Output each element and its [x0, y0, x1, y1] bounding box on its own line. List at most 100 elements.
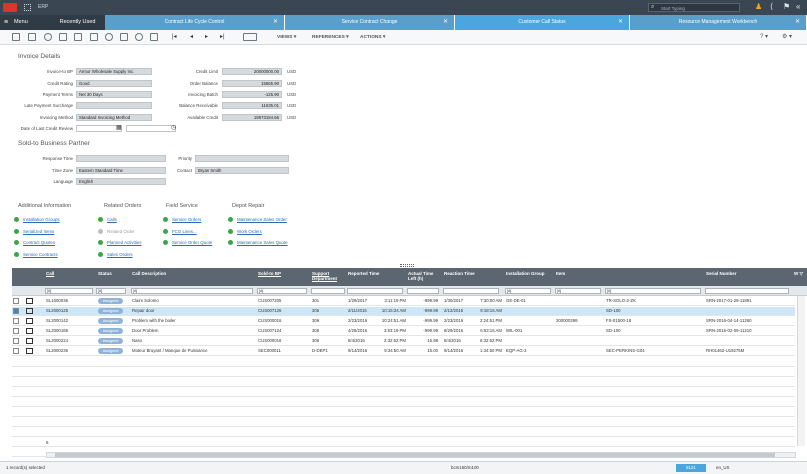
link-service-contracts[interactable]: Service Contracts	[23, 252, 58, 257]
row-checkbox[interactable]	[13, 308, 19, 314]
row-checkbox[interactable]	[13, 328, 19, 334]
calendar-icon[interactable]: ▦	[116, 124, 122, 131]
horizontal-scrollbar[interactable]	[46, 452, 796, 458]
grid-header-cell[interactable]: Reaction Time	[442, 268, 504, 286]
grid-header-cell[interactable]: Actual Time Left (h)	[406, 268, 442, 286]
link-installation-groups[interactable]: Installation Groups	[23, 217, 60, 222]
link-sales-orders[interactable]: Sales Orders	[107, 252, 133, 257]
tab-customer-call-status[interactable]: Customer Call Status ✕	[455, 15, 630, 30]
global-search[interactable]: ⌕ Start Typing	[648, 3, 740, 12]
settings-menu[interactable]: ⚙ ▾	[782, 33, 792, 40]
help-menu[interactable]: ? ▾	[760, 33, 768, 40]
column-filter-input[interactable]	[311, 288, 345, 294]
save-icon[interactable]	[28, 33, 36, 41]
apps-grid-icon[interactable]	[24, 4, 31, 11]
undo-icon[interactable]	[44, 33, 52, 41]
company-badge[interactable]: 8121	[676, 464, 706, 472]
row-detail-icon[interactable]	[26, 338, 33, 344]
share-icon[interactable]: ⟨	[770, 2, 773, 11]
column-filter-input[interactable]: [A]	[555, 288, 601, 294]
prev-record-icon[interactable]: ◂	[190, 33, 193, 40]
copy-icon[interactable]	[59, 33, 67, 41]
find-icon[interactable]	[135, 33, 143, 41]
table-row[interactable]: SL2000142 Assigned Problem with the boiler…	[12, 317, 795, 326]
view-options-icon[interactable]	[243, 33, 257, 41]
column-filter-input[interactable]: [A]	[96, 288, 126, 294]
attach-icon[interactable]	[150, 33, 158, 41]
table-row[interactable]: SL2000224 Assigned Naso CUS000016 306 8/4/201…	[12, 337, 795, 346]
row-detail-icon[interactable]	[26, 298, 33, 304]
grid-header-cell[interactable]: Call	[44, 268, 96, 286]
table-row[interactable]: SL2000125 Assigned Repair door CUS007126 306…	[12, 307, 795, 316]
grid-header-cell[interactable]: Reported Time	[346, 268, 406, 286]
row-checkbox[interactable]	[13, 298, 19, 304]
document-icon[interactable]	[74, 33, 82, 41]
row-checkbox[interactable]	[13, 348, 19, 354]
table-row[interactable]: SL2000168 Assigned Door Problem CUS007124 30…	[12, 327, 795, 336]
cell-call[interactable]: SL2000125	[46, 307, 94, 315]
cell-call[interactable]: SL2000168	[46, 327, 94, 335]
language-field[interactable]: English	[76, 178, 166, 185]
column-filter-input[interactable]	[407, 288, 439, 294]
row-detail-icon[interactable]	[26, 318, 33, 324]
link-fco-lines[interactable]: FCO Lines...	[172, 229, 197, 234]
last-record-icon[interactable]: ▸|	[220, 33, 225, 40]
close-icon[interactable]: ✕	[443, 15, 448, 30]
priority-field[interactable]	[195, 155, 289, 162]
cell-call[interactable]: SL1000036	[46, 297, 94, 305]
row-checkbox[interactable]	[13, 338, 19, 344]
column-filter-input[interactable]: [A]	[605, 288, 701, 294]
cell-call[interactable]: SL2000236	[46, 347, 94, 355]
table-row[interactable]: SL1000036 Assigned Claim Solomo CUS007205 30…	[12, 297, 795, 306]
tab-contract-life-cycle[interactable]: Contract Life Cycle Control ✕	[105, 15, 285, 30]
close-icon[interactable]: ✕	[795, 15, 800, 30]
close-icon[interactable]: ✕	[618, 15, 623, 30]
grid-header-cell[interactable]: Status	[96, 268, 130, 286]
contact-field[interactable]: Bryan Smith	[195, 167, 289, 174]
credit-rating-field[interactable]: Good	[76, 80, 152, 87]
invoice-to-bp-field[interactable]: Armor Wholesale Supply Inc.	[76, 68, 152, 75]
row-detail-icon[interactable]	[26, 328, 33, 334]
link-work-orders[interactable]: Work Orders	[237, 229, 262, 234]
link-contract-quotes[interactable]: Contract Quotes	[23, 240, 55, 245]
grid-header-cell[interactable]: Sold-to BP	[256, 268, 310, 286]
cell-call[interactable]: SL2000142	[46, 317, 94, 325]
link-serialized-items[interactable]: Serialized Items	[23, 229, 54, 234]
row-checkbox[interactable]	[13, 318, 19, 324]
recently-used-button[interactable]: Recently Used	[50, 15, 105, 30]
time-zone-field[interactable]: Eastern Standard Time	[76, 167, 166, 174]
invoicing-method-field[interactable]: Standard Invoicing Method	[76, 114, 152, 121]
views-menu[interactable]: VIEWS ▾	[277, 35, 296, 40]
row-detail-icon[interactable]	[26, 308, 33, 314]
collapse-icon[interactable]: «	[796, 2, 800, 11]
tab-service-contract-change[interactable]: Service Contract Change ✕	[285, 15, 455, 30]
cell-call[interactable]: SL2000224	[46, 337, 94, 345]
column-filter-input[interactable]: [A]	[131, 288, 253, 294]
column-filter-input[interactable]	[443, 288, 499, 294]
clock-icon[interactable]: ◷	[171, 124, 176, 131]
late-payment-field[interactable]	[76, 102, 152, 109]
row-detail-icon[interactable]	[26, 348, 33, 354]
first-record-icon[interactable]: |◂	[172, 33, 177, 40]
actions-menu[interactable]: ACTIONS ▾	[360, 35, 385, 40]
vertical-scrollbar[interactable]	[797, 296, 805, 446]
user-icon[interactable]: ♟	[755, 2, 762, 11]
bookmark-icon[interactable]: ⚑	[783, 2, 790, 11]
grid-header-cell[interactable]: Serial Number	[704, 268, 792, 286]
column-filter-input[interactable]	[705, 288, 789, 294]
column-filter-input[interactable]: [A]	[257, 288, 307, 294]
link-service-order-quote[interactable]: Service Order Quote	[172, 240, 212, 245]
new-icon[interactable]	[12, 33, 20, 41]
grid-header-cell[interactable]: Support Department	[310, 268, 346, 286]
tab-resource-management[interactable]: Resource Management Workbench ✕	[630, 15, 807, 30]
scrollbar-thumb[interactable]	[55, 453, 775, 457]
column-filter-input[interactable]: [A]	[45, 288, 93, 294]
grid-header-cell[interactable]: Call Description	[130, 268, 256, 286]
link-planned-activities[interactable]: Planned Activities	[107, 240, 141, 245]
link-maintenance-sales-order[interactable]: Maintenance Sales Order	[237, 217, 287, 222]
last-review-time[interactable]	[126, 125, 176, 132]
grid-header-cell[interactable]: Item	[554, 268, 704, 286]
link-maintenance-sales-quote[interactable]: Maintenance Sales Quote	[237, 240, 288, 245]
close-icon[interactable]: ✕	[273, 15, 278, 30]
link-service-orders[interactable]: Service Orders	[172, 217, 201, 222]
